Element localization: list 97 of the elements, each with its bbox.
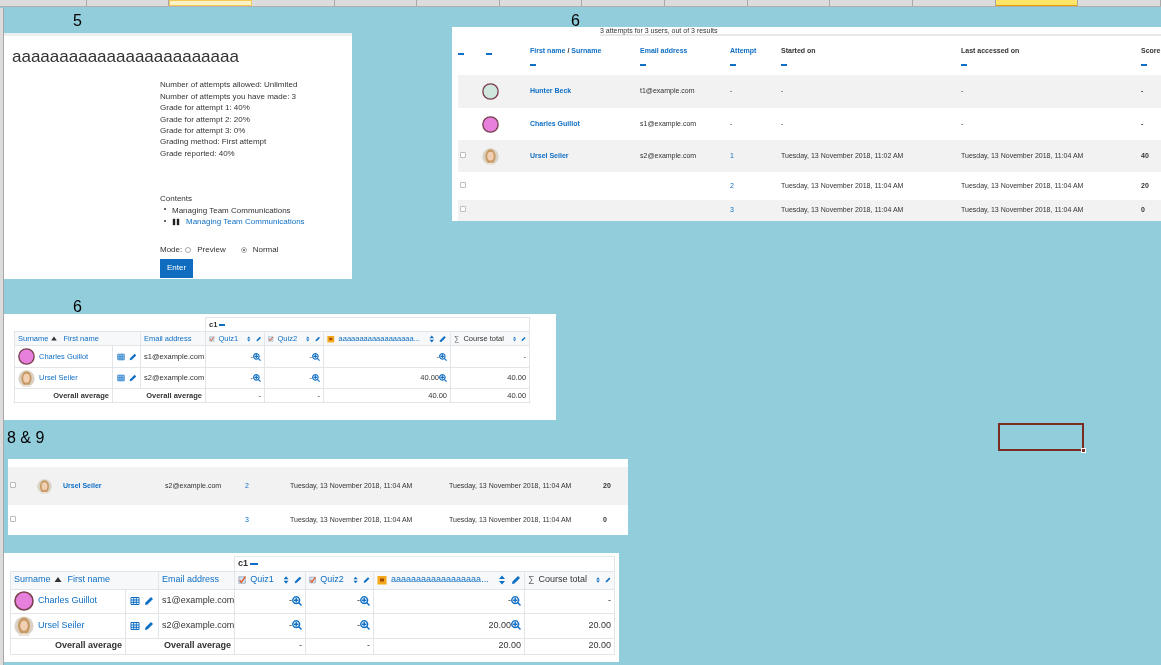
- edit-icon[interactable]: [128, 352, 137, 361]
- quiz-icon: [309, 575, 317, 585]
- grade-text: -: [508, 595, 512, 606]
- collapse-icon[interactable]: [1141, 63, 1147, 66]
- table-icon[interactable]: [130, 596, 140, 606]
- sort-icon[interactable]: [281, 575, 290, 585]
- quiz-icon: [268, 334, 274, 343]
- zoom-icon[interactable]: [439, 352, 448, 361]
- sigma-icon: ∑: [528, 573, 535, 587]
- edit-icon[interactable]: [439, 334, 448, 343]
- zoom-icon[interactable]: [360, 595, 371, 606]
- sort-icon[interactable]: [497, 575, 508, 585]
- edit-icon[interactable]: [605, 575, 612, 585]
- zoom-icon[interactable]: [312, 374, 321, 383]
- edit-icon[interactable]: [362, 575, 371, 585]
- cell-text: 6: [571, 13, 580, 29]
- table-icon[interactable]: [130, 620, 140, 631]
- info-text: Number of attempts allowed: Unlimited: [160, 79, 299, 91]
- sort-ascending-icon[interactable]: [50, 334, 59, 343]
- section-heading: Contents: [160, 193, 194, 205]
- edit-icon[interactable]: [144, 620, 154, 631]
- email-text: s2@example.com: [162, 619, 234, 630]
- content-link[interactable]: Managing Team Communications: [186, 216, 305, 228]
- sort-icon[interactable]: [511, 334, 517, 343]
- content-item: Managing Team Communications: [172, 204, 291, 217]
- collapse-icon[interactable]: [530, 63, 536, 66]
- grade-text: -: [367, 640, 371, 651]
- grade-text: -: [289, 619, 293, 630]
- edit-icon[interactable]: [314, 334, 321, 343]
- cell-text: 8 & 9: [7, 430, 45, 446]
- info-text: Grade reported: 40%: [160, 147, 236, 160]
- sort-icon[interactable]: [246, 334, 252, 343]
- grade-text: -: [608, 595, 612, 606]
- cell-text: 6: [73, 299, 82, 315]
- table-icon[interactable]: [116, 374, 125, 382]
- checkbox[interactable]: [10, 481, 16, 488]
- mode-label: Mode:: [160, 244, 183, 256]
- info-text: Grade for attempt 2: 20%: [160, 113, 251, 125]
- zoom-icon[interactable]: [253, 374, 262, 383]
- quiz-icon: [238, 575, 247, 585]
- email-text: s1@example.com: [162, 595, 234, 606]
- grade-text: 20.00: [498, 640, 522, 651]
- assignment-icon: [327, 334, 335, 343]
- collapse-icon[interactable]: [730, 63, 736, 66]
- info-text: Grade for attempt 3: 0%: [160, 125, 247, 137]
- category-label: c1: [238, 558, 249, 568]
- radio-label[interactable]: Normal: [252, 244, 279, 256]
- info-text: Grading method: First attempt: [160, 136, 268, 148]
- grade-text: -: [299, 640, 303, 651]
- zoom-icon[interactable]: [312, 352, 321, 361]
- bars-icon: [172, 217, 180, 226]
- checkbox[interactable]: [460, 181, 466, 188]
- edit-icon[interactable]: [255, 334, 262, 343]
- quiz-icon: [209, 334, 215, 343]
- sort-icon[interactable]: [427, 334, 436, 343]
- grade-text: 20.00: [488, 619, 512, 630]
- grade-text: -: [357, 595, 361, 606]
- radio-label[interactable]: Preview: [197, 244, 226, 256]
- assignment-icon: [377, 575, 388, 585]
- average-label: Overall average: [163, 640, 232, 651]
- zoom-icon[interactable]: [253, 352, 262, 361]
- collapse-icon[interactable]: [250, 562, 259, 565]
- column-sort-link[interactable]: Surname: [14, 574, 51, 585]
- sort-icon[interactable]: [305, 334, 311, 343]
- average-label: Overall average: [54, 640, 122, 651]
- edit-icon[interactable]: [511, 575, 522, 585]
- grade-text: 20.00: [588, 640, 612, 651]
- table-icon[interactable]: [116, 352, 125, 361]
- grade-text: 20.00: [588, 619, 612, 630]
- collapse-icon[interactable]: [961, 63, 967, 66]
- zoom-icon[interactable]: [511, 620, 522, 631]
- checkbox[interactable]: [10, 515, 16, 522]
- zoom-icon[interactable]: [439, 374, 448, 383]
- checkbox[interactable]: [460, 151, 466, 158]
- edit-icon[interactable]: [293, 575, 303, 585]
- zoom-icon[interactable]: [292, 620, 303, 631]
- sort-icon[interactable]: [351, 575, 359, 585]
- page-title: aaaaaaaaaaaaaaaaaaaaaaaa: [12, 47, 240, 68]
- edit-icon[interactable]: [520, 334, 527, 343]
- zoom-icon[interactable]: [511, 595, 522, 606]
- zoom-icon[interactable]: [360, 620, 371, 631]
- edit-icon[interactable]: [144, 596, 154, 606]
- grade-text: -: [357, 619, 361, 630]
- enter-button[interactable]: Enter: [160, 258, 193, 278]
- edit-icon[interactable]: [128, 374, 137, 382]
- sort-icon[interactable]: [595, 575, 601, 585]
- checkbox[interactable]: [460, 206, 466, 213]
- collapse-icon[interactable]: [640, 63, 646, 66]
- collapse-icon[interactable]: [219, 323, 226, 326]
- info-text: Number of attempts you have made: 3: [160, 90, 298, 103]
- column-header: Course total: [538, 573, 587, 587]
- cell-text: 5: [73, 13, 82, 29]
- zoom-icon[interactable]: [292, 595, 303, 606]
- collapse-icon[interactable]: [781, 63, 787, 66]
- grade-text: -: [289, 595, 293, 606]
- info-text: Grade for attempt 1: 40%: [160, 102, 251, 114]
- column-sort-link[interactable]: First name: [67, 574, 111, 585]
